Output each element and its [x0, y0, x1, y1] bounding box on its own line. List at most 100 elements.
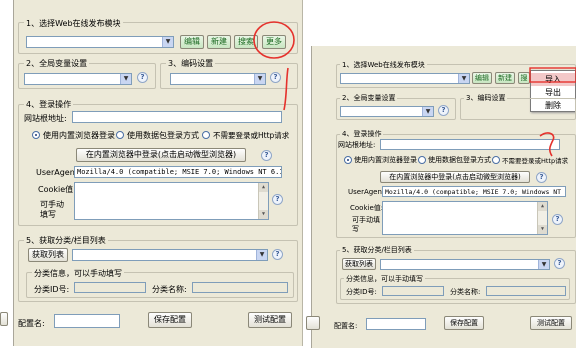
- new-button[interactable]: 新建: [495, 72, 515, 84]
- help-icon[interactable]: ?: [270, 72, 281, 83]
- category-group-title: 5、获取分类/栏目列表: [340, 245, 414, 255]
- help-icon[interactable]: ?: [552, 214, 563, 225]
- help-icon[interactable]: ?: [137, 72, 148, 83]
- radio-packet-login[interactable]: [116, 131, 124, 139]
- radio-packet-login[interactable]: [418, 156, 426, 164]
- new-button[interactable]: 新建: [207, 35, 231, 49]
- chevron-down-icon: ▼: [120, 74, 131, 84]
- cookie-textarea[interactable]: ▲ ▼: [382, 201, 548, 235]
- encoding-title: 3、编码设置: [166, 58, 216, 69]
- cookie-hint: 可手动填写: [352, 216, 380, 233]
- help-icon[interactable]: ?: [272, 249, 283, 260]
- cookie-label: Cookie值:: [38, 185, 76, 194]
- global-vars-select[interactable]: ▼: [340, 106, 434, 117]
- category-info-title: 分类信息，可以手动填写: [32, 268, 124, 279]
- save-config-button[interactable]: 保存配置: [148, 312, 192, 328]
- radio-builtin-browser[interactable]: [32, 131, 40, 139]
- get-list-button[interactable]: 获取列表: [342, 258, 376, 270]
- radio-builtin-browser[interactable]: [344, 156, 352, 164]
- right-window: 1、选择Web在线发布模块 ▼ 编辑 新建 搜 导入 导出 删除 2、全局变量设…: [306, 46, 576, 348]
- login-group-title: 4、登录操作: [340, 129, 384, 139]
- menu-item-import[interactable]: 导入: [531, 73, 575, 86]
- scroll-down-icon[interactable]: ▼: [538, 225, 547, 234]
- radio-no-login[interactable]: [202, 131, 210, 139]
- search-button[interactable]: 搜: [518, 72, 530, 84]
- category-name-label: 分类名称:: [450, 288, 481, 296]
- help-icon[interactable]: ?: [272, 194, 283, 205]
- site-url-label: 网站根地址:: [338, 141, 376, 149]
- module-group-title: 1、选择Web在线发布模块: [340, 60, 427, 70]
- search-button[interactable]: 搜索: [234, 35, 258, 49]
- edit-button[interactable]: 编辑: [472, 72, 492, 84]
- left-edge-list: [0, 0, 14, 346]
- left-window: 1、选择Web在线发布模块 ▼ 编辑 新建 搜索 更多 2、全局变量设置 ▼ ?…: [0, 0, 303, 346]
- config-name-label: 配置名:: [334, 322, 358, 330]
- category-name-input[interactable]: [486, 286, 566, 296]
- module-select[interactable]: ▼: [340, 73, 470, 84]
- help-icon[interactable]: ?: [554, 258, 565, 269]
- edit-button[interactable]: 编辑: [180, 35, 204, 49]
- cookie-hint: 可手动填写: [40, 200, 64, 219]
- radio-packet-login-label: 使用数据包登录方式: [428, 156, 491, 164]
- get-list-button[interactable]: 获取列表: [28, 248, 68, 262]
- useragent-input[interactable]: Mozilla/4.0 (compatible; MSIE 7.0; Windo…: [74, 166, 282, 178]
- category-id-input[interactable]: [74, 282, 146, 293]
- config-name-input[interactable]: [366, 318, 426, 330]
- browser-login-button[interactable]: 在内置浏览器中登录(点击启动微型浏览器): [76, 148, 246, 162]
- category-id-label: 分类ID号:: [34, 285, 70, 294]
- cookie-label: Cookie值:: [350, 204, 384, 212]
- chevron-down-icon: ▼: [256, 250, 267, 260]
- useragent-input[interactable]: Mozilla/4.0 (compatible; MSIE 7.0; Windo…: [382, 186, 566, 197]
- test-config-button[interactable]: 测试配置: [530, 316, 572, 330]
- scroll-up-icon[interactable]: ▲: [538, 202, 547, 211]
- useragent-label: UserAgent: [348, 188, 385, 196]
- right-edge-list: [306, 46, 312, 348]
- radio-no-login-label: 不需要登录或Http请求: [213, 131, 290, 140]
- chevron-down-icon: ▼: [162, 37, 173, 47]
- radio-no-login[interactable]: [492, 156, 500, 164]
- site-url-label: 网站根地址:: [24, 114, 67, 123]
- chevron-down-icon: ▼: [538, 260, 549, 269]
- help-icon[interactable]: ?: [438, 105, 449, 116]
- global-vars-title: 2、全局变量设置: [340, 93, 398, 103]
- global-vars-title: 2、全局变量设置: [24, 58, 90, 69]
- scroll-down-icon[interactable]: ▼: [259, 210, 268, 219]
- site-url-input[interactable]: [72, 111, 282, 123]
- config-name-input[interactable]: [54, 314, 120, 328]
- category-id-input[interactable]: [382, 286, 444, 296]
- left-bottom-edge-button[interactable]: [306, 316, 320, 330]
- category-id-label: 分类ID号:: [346, 288, 377, 296]
- radio-packet-login-label: 使用数据包登录方式: [127, 131, 199, 140]
- help-icon[interactable]: ?: [261, 150, 272, 161]
- chevron-down-icon: ▼: [422, 107, 433, 116]
- login-group-title: 4、登录操作: [24, 99, 74, 110]
- scroll-up-icon[interactable]: ▲: [259, 183, 268, 192]
- config-name-label: 配置名:: [18, 319, 45, 328]
- browser-login-button[interactable]: 在内置浏览器中登录(点击启动微型浏览器): [380, 171, 530, 183]
- encoding-title: 3、编码设置: [464, 93, 508, 103]
- encoding-select[interactable]: ▼: [170, 73, 266, 85]
- chevron-down-icon: ▼: [254, 74, 265, 84]
- cookie-scrollbar[interactable]: ▲ ▼: [537, 202, 547, 234]
- radio-builtin-browser-label: 使用内置浏览器登录: [43, 131, 115, 140]
- category-name-input[interactable]: [192, 282, 288, 293]
- category-group-title: 5、获取分类/栏目列表: [24, 235, 108, 246]
- site-url-input[interactable]: [380, 139, 560, 150]
- chevron-down-icon: ▼: [458, 74, 469, 83]
- left-bottom-edge-button[interactable]: [0, 312, 8, 326]
- help-icon[interactable]: ?: [536, 172, 547, 183]
- save-config-button[interactable]: 保存配置: [444, 316, 484, 330]
- radio-builtin-browser-label: 使用内置浏览器登录: [354, 156, 417, 164]
- category-select[interactable]: ▼: [72, 249, 268, 261]
- cookie-scrollbar[interactable]: ▲ ▼: [258, 183, 268, 219]
- more-button[interactable]: 更多: [262, 35, 286, 49]
- category-select[interactable]: ▼: [380, 259, 550, 270]
- global-vars-select[interactable]: ▼: [24, 73, 132, 85]
- category-info-title: 分类信息，可以手动填写: [344, 274, 425, 284]
- radio-no-login-label: 不需要登录或Http请求: [502, 157, 569, 165]
- category-name-label: 分类名称:: [152, 285, 187, 294]
- cookie-textarea[interactable]: ▲ ▼: [74, 182, 269, 220]
- test-config-button[interactable]: 测试配置: [248, 312, 292, 328]
- module-group-title: 1、选择Web在线发布模块: [24, 18, 123, 29]
- module-select[interactable]: ▼: [26, 36, 174, 48]
